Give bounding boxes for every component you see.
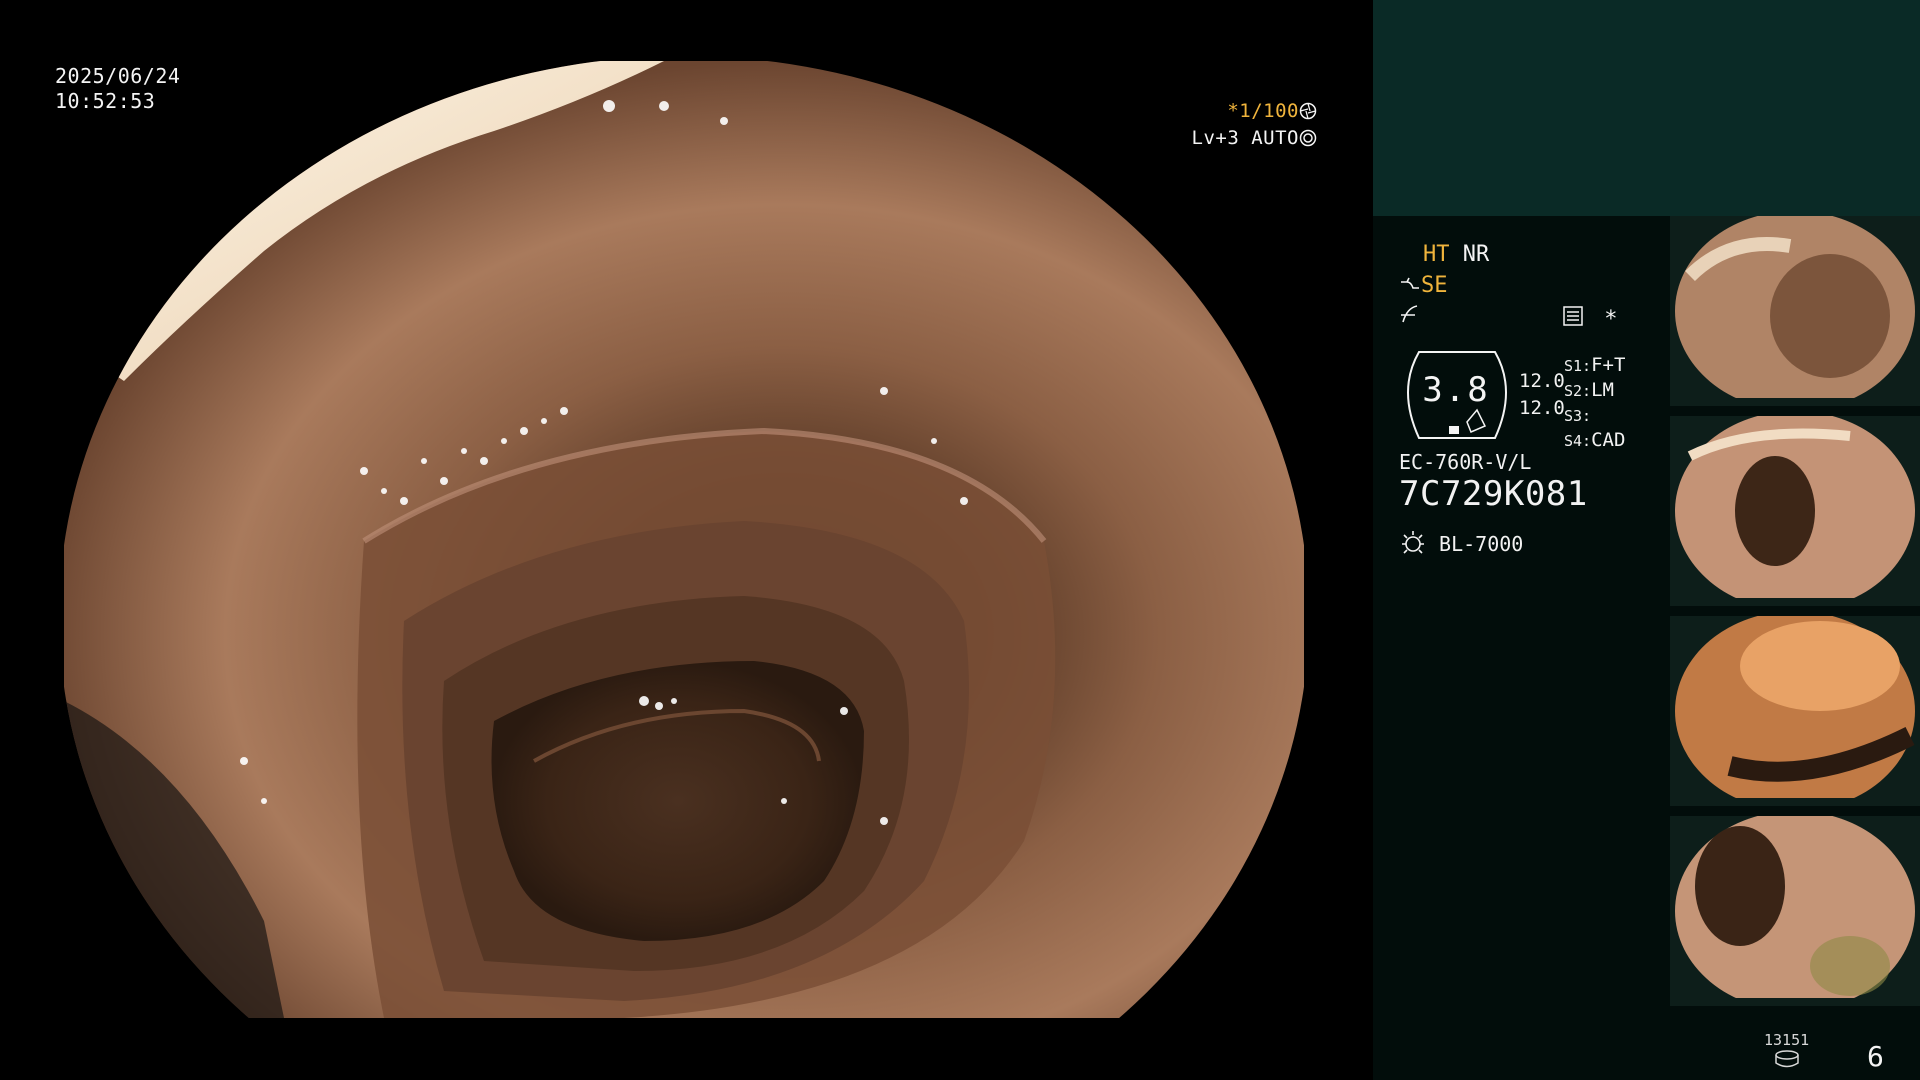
- endoscope-live-view: [64, 61, 1304, 1018]
- level-text: Lv+3: [1191, 127, 1240, 149]
- asterisk-mark: *: [1604, 307, 1618, 332]
- thumbnail-3[interactable]: [1670, 616, 1920, 806]
- scope-model: EC-760R-V/L: [1399, 450, 1532, 474]
- time-text: 10:52:53: [55, 89, 156, 113]
- s3-label: S3:: [1564, 407, 1592, 425]
- s1-value: F+T: [1591, 354, 1626, 376]
- panel-header-area: [1373, 0, 1920, 216]
- s4-value: CAD: [1591, 429, 1626, 451]
- ht-label: HT: [1423, 242, 1450, 267]
- s2-label: S2:: [1564, 382, 1592, 400]
- iris-icon: [1299, 127, 1317, 149]
- value-1: 12.0: [1519, 370, 1565, 392]
- s2-value: LM: [1591, 379, 1614, 401]
- nr-label: NR: [1462, 242, 1490, 267]
- curve-icon: [1399, 305, 1421, 330]
- processor-settings: HT NR SE * 3.8 12.0 12.0 S1:F+T S2:LM S3…: [1399, 242, 1689, 562]
- date-text: 2025/06/24: [55, 64, 181, 88]
- iris-mode-text: AUTO: [1251, 127, 1299, 149]
- value-2: 12.0: [1519, 397, 1565, 419]
- exposure-info: *1/100 Lv+3 AUTO: [1192, 98, 1317, 152]
- storage-capacity: 13151: [1764, 1031, 1810, 1049]
- captured-count: 6: [1867, 1040, 1884, 1073]
- timestamp: 2025/06/24 10:52:53: [55, 64, 180, 114]
- gauge: 3.8: [1399, 350, 1515, 439]
- enhance-icon: [1399, 273, 1421, 298]
- light-source-icon: [1399, 531, 1427, 556]
- gauge-value: 3.8: [1422, 370, 1490, 410]
- s1-label: S1:: [1564, 357, 1592, 375]
- menu-list-icon: [1563, 306, 1583, 332]
- thumbnail-4[interactable]: [1670, 816, 1920, 1006]
- scope-serial: 7C729K081: [1399, 474, 1588, 514]
- s4-label: S4:: [1564, 432, 1592, 450]
- endoscopy-screen: 2025/06/24 10:52:53 *1/100 Lv+3 AUTO HT …: [0, 0, 1920, 1080]
- shutter-icon: [1299, 100, 1317, 122]
- light-source-model: BL-7000: [1439, 532, 1524, 556]
- se-label: SE: [1421, 273, 1448, 298]
- database-icon: [1774, 1050, 1800, 1072]
- thumbnail-1[interactable]: [1670, 216, 1920, 406]
- thumbnail-2[interactable]: [1670, 416, 1920, 606]
- shutter-speed: *1/100: [1227, 100, 1299, 122]
